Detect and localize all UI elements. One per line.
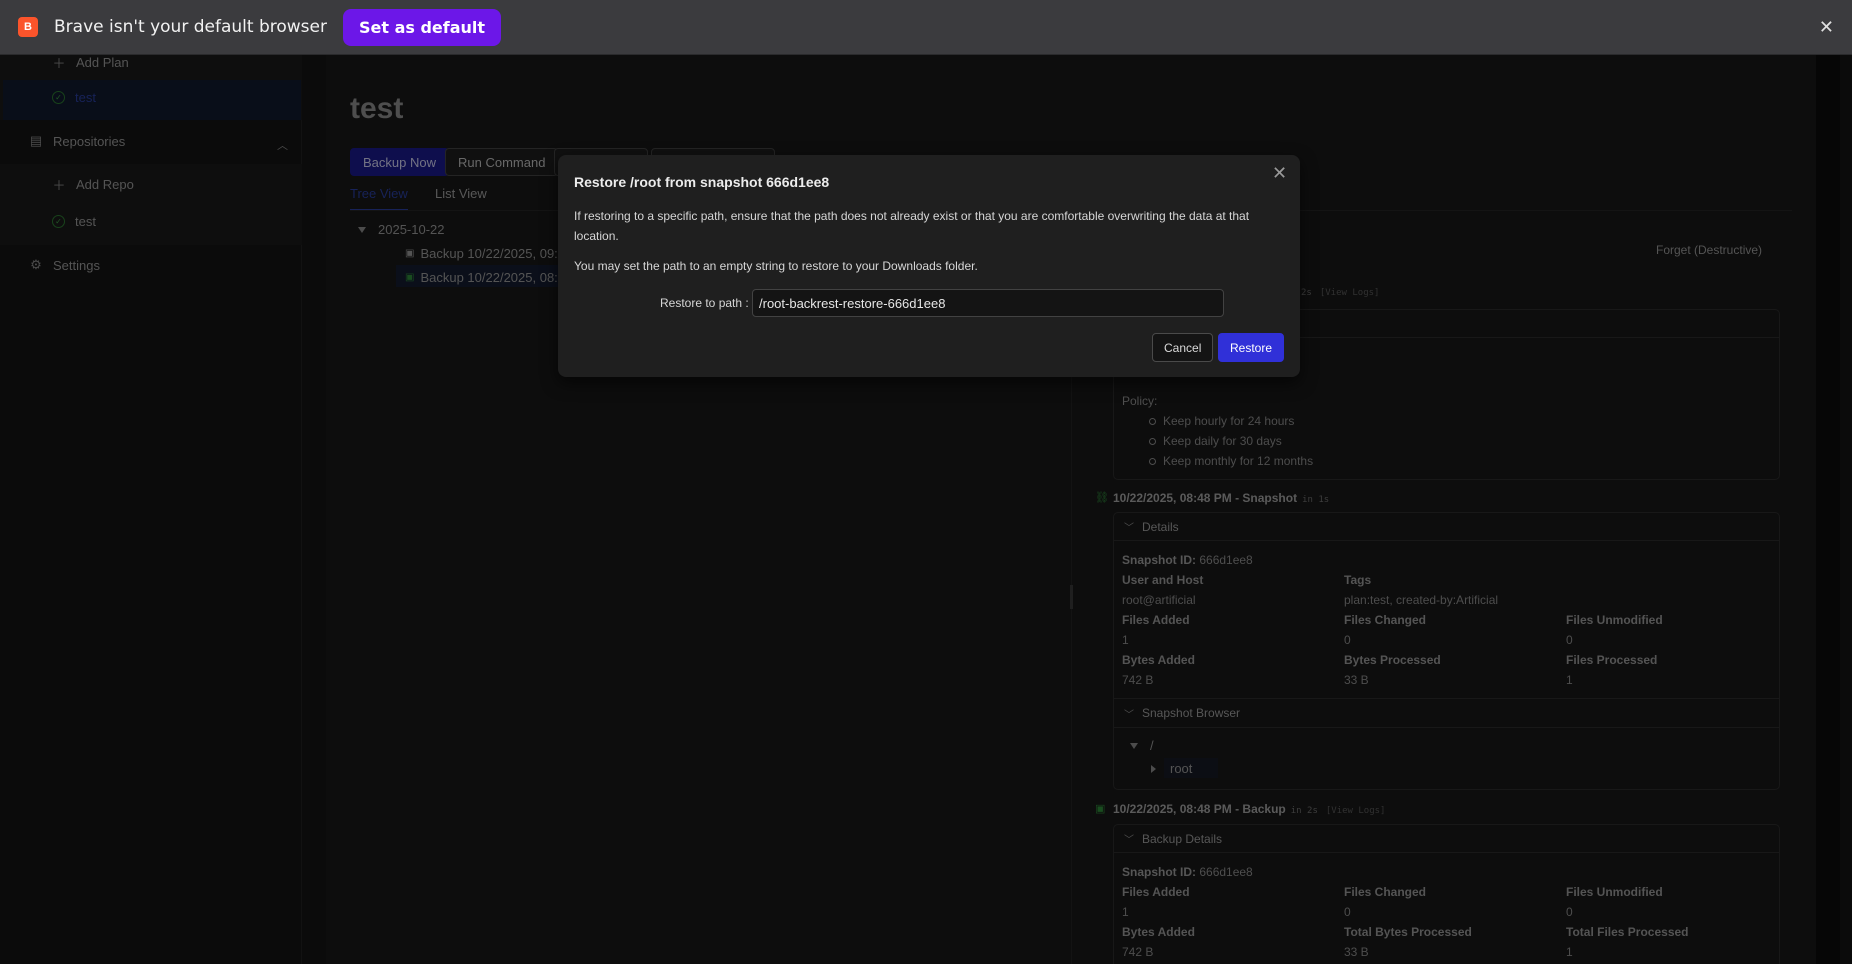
- close-icon[interactable]: ✕: [1272, 163, 1287, 184]
- set-as-default-button[interactable]: Set as default: [342, 8, 502, 46]
- restore-dialog: Restore /root from snapshot 666d1ee8 ✕ I…: [558, 155, 1300, 377]
- dialog-warning-text: If restoring to a specific path, ensure …: [574, 209, 1250, 243]
- restore-path-label-row: Restore to path :: [660, 296, 749, 310]
- app-root: B Brave isn't your default browser Set a…: [0, 0, 1852, 964]
- label-colon: :: [742, 296, 749, 310]
- restore-path-label: Restore to path: [660, 296, 743, 310]
- brave-logo-icon: B: [18, 17, 38, 37]
- restore-button[interactable]: Restore: [1218, 333, 1285, 362]
- cancel-button[interactable]: Cancel: [1152, 333, 1214, 362]
- dialog-hint-text: You may set the path to an empty string …: [574, 259, 978, 273]
- default-browser-infobar: B Brave isn't your default browser Set a…: [0, 0, 1852, 55]
- restore-path-input[interactable]: [752, 289, 1224, 317]
- infobar-message: Brave isn't your default browser: [54, 17, 327, 37]
- close-icon[interactable]: ✕: [1819, 17, 1834, 38]
- dialog-title: Restore /root from snapshot 666d1ee8: [574, 174, 830, 190]
